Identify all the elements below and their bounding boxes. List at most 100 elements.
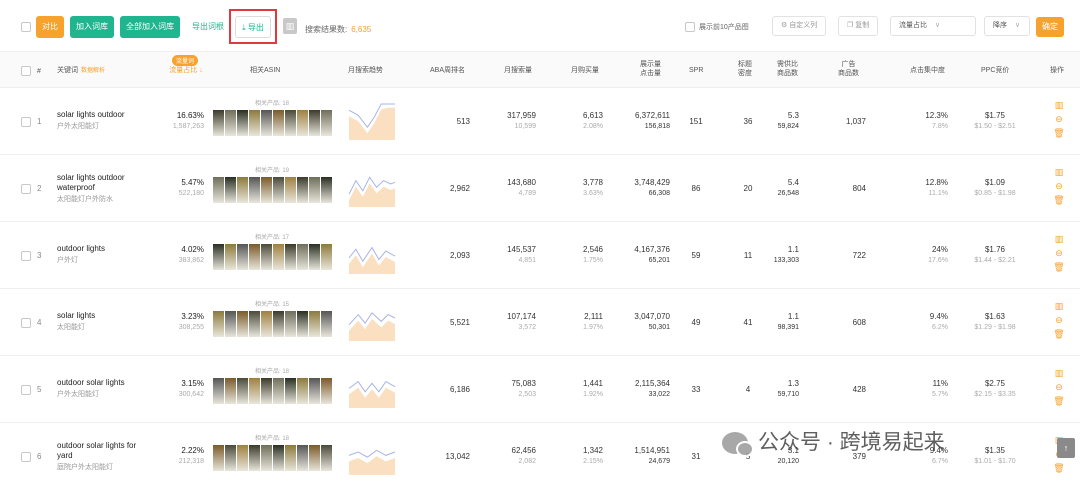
- product-thumbnail[interactable]: [309, 177, 320, 203]
- header-title-density[interactable]: 标题 密度: [738, 60, 752, 78]
- minus-circle-icon[interactable]: ⊖: [1052, 112, 1066, 126]
- product-thumbnail[interactable]: [249, 244, 260, 270]
- product-thumbnail[interactable]: [321, 244, 332, 270]
- product-thumbnail[interactable]: [237, 378, 248, 404]
- product-thumbnail[interactable]: [213, 311, 224, 337]
- header-traffic-share[interactable]: 流量占比 ↓: [166, 66, 206, 75]
- product-thumbnail[interactable]: [309, 244, 320, 270]
- header-checkbox[interactable]: [21, 66, 31, 76]
- top10-checkbox[interactable]: [685, 22, 695, 32]
- monthly-trend-sparkline[interactable]: [348, 437, 396, 477]
- product-thumbnail[interactable]: [273, 378, 284, 404]
- minus-circle-icon[interactable]: ⊖: [1052, 380, 1066, 394]
- bar-chart-icon[interactable]: ▥: [1052, 98, 1066, 112]
- product-thumbnail[interactable]: [225, 445, 236, 471]
- product-thumbnail[interactable]: [237, 311, 248, 337]
- confirm-button[interactable]: 确定: [1036, 17, 1064, 37]
- table-row[interactable]: 2 solar lights outdoor waterproof 太阳能灯户外防水 5…: [0, 155, 1080, 222]
- product-thumbnail[interactable]: [249, 445, 260, 471]
- row-checkbox[interactable]: [21, 251, 31, 261]
- product-thumbnail[interactable]: [285, 244, 296, 270]
- header-keyword[interactable]: 关键词 数据解析: [57, 66, 105, 76]
- bar-chart-icon[interactable]: ▥: [1052, 232, 1066, 246]
- product-thumbnail[interactable]: [321, 110, 332, 136]
- add-all-button[interactable]: 全部加入词库: [120, 16, 180, 38]
- monthly-trend-sparkline[interactable]: [348, 169, 396, 209]
- minus-circle-icon[interactable]: ⊖: [1052, 179, 1066, 193]
- custom-columns-button[interactable]: ⚙ 自定义列: [772, 16, 827, 36]
- table-row[interactable]: 5 outdoor solar lights 户外太阳能灯 3.15% 300,642 相…: [0, 356, 1080, 423]
- header-aba-rank[interactable]: ABA周排名: [430, 66, 465, 75]
- compare-button[interactable]: 对比: [36, 16, 64, 38]
- monthly-trend-sparkline[interactable]: [348, 236, 396, 276]
- row-checkbox[interactable]: [21, 385, 31, 395]
- sort-field-select[interactable]: 流量占比 ∨: [890, 16, 976, 36]
- product-thumbnail[interactable]: [261, 378, 272, 404]
- product-thumbnail[interactable]: [273, 445, 284, 471]
- product-thumbnail[interactable]: [309, 311, 320, 337]
- header-monthly-search[interactable]: 月搜索量: [504, 66, 532, 75]
- product-thumbnail[interactable]: [213, 378, 224, 404]
- product-thumbnail[interactable]: [297, 311, 308, 337]
- product-thumbnail[interactable]: [297, 177, 308, 203]
- product-thumbnail[interactable]: [237, 177, 248, 203]
- product-thumbnail[interactable]: [213, 445, 224, 471]
- bar-chart-icon[interactable]: ▥: [1052, 299, 1066, 313]
- keyword-cell[interactable]: outdoor solar lights 户外太阳能灯: [57, 378, 125, 400]
- product-thumbnail[interactable]: [225, 378, 236, 404]
- scroll-top-button[interactable]: ↑: [1057, 438, 1075, 458]
- product-thumbnail[interactable]: [249, 378, 260, 404]
- table-row[interactable]: 3 outdoor lights 户外灯 4.02% 383,862 相关产品: 17 2,…: [0, 222, 1080, 289]
- product-thumbnail[interactable]: [237, 445, 248, 471]
- minus-circle-icon[interactable]: ⊖: [1052, 313, 1066, 327]
- bar-chart-icon[interactable]: ▥: [1052, 366, 1066, 380]
- product-thumbnail[interactable]: [237, 110, 248, 136]
- bar-chart-icon[interactable]: ▥: [1052, 165, 1066, 179]
- header-ppc-bid[interactable]: PPC竞价: [981, 66, 1009, 75]
- product-thumbnail[interactable]: [321, 378, 332, 404]
- sort-order-select[interactable]: 降序 ∨: [984, 16, 1030, 36]
- row-checkbox[interactable]: [21, 117, 31, 127]
- copy-button[interactable]: ❐ 复制: [838, 16, 879, 36]
- product-thumbnail[interactable]: [249, 177, 260, 203]
- product-thumbnail[interactable]: [261, 110, 272, 136]
- trash-icon[interactable]: 🗑: [1052, 327, 1066, 341]
- minus-circle-icon[interactable]: ⊖: [1052, 246, 1066, 260]
- keyword-cell[interactable]: outdoor lights 户外灯: [57, 244, 105, 266]
- product-thumbnail[interactable]: [273, 177, 284, 203]
- delete-button[interactable]: ▥: [283, 18, 297, 34]
- header-spr[interactable]: SPR: [689, 66, 703, 75]
- product-thumbnail[interactable]: [225, 244, 236, 270]
- product-thumbnail[interactable]: [309, 378, 320, 404]
- header-impressions-clicks[interactable]: 展示量 点击量: [640, 60, 661, 78]
- product-thumbnail[interactable]: [285, 445, 296, 471]
- monthly-trend-sparkline[interactable]: [348, 102, 396, 142]
- product-thumbnail[interactable]: [237, 244, 248, 270]
- product-thumbnail[interactable]: [225, 177, 236, 203]
- trash-icon[interactable]: 🗑: [1052, 260, 1066, 274]
- product-thumbnail[interactable]: [321, 445, 332, 471]
- product-thumbnail[interactable]: [273, 311, 284, 337]
- product-thumbnail[interactable]: [321, 177, 332, 203]
- header-click-concentration[interactable]: 点击集中度: [910, 66, 945, 75]
- row-checkbox[interactable]: [21, 452, 31, 462]
- product-thumbnail[interactable]: [297, 378, 308, 404]
- monthly-trend-sparkline[interactable]: [348, 370, 396, 410]
- product-thumbnail[interactable]: [285, 177, 296, 203]
- product-thumbnail[interactable]: [309, 110, 320, 136]
- row-checkbox[interactable]: [21, 184, 31, 194]
- select-all-checkbox[interactable]: [21, 22, 31, 32]
- product-thumbnail[interactable]: [249, 110, 260, 136]
- product-thumbnail[interactable]: [261, 177, 272, 203]
- product-thumbnail[interactable]: [213, 177, 224, 203]
- data-analysis-link[interactable]: 数据解析: [81, 68, 105, 74]
- table-row[interactable]: 4 solar lights 太阳能灯 3.23% 308,255 相关产品: 15 5,5…: [0, 289, 1080, 356]
- keyword-cell[interactable]: solar lights 太阳能灯: [57, 311, 95, 333]
- trash-icon[interactable]: 🗑: [1052, 126, 1066, 140]
- row-checkbox[interactable]: [21, 318, 31, 328]
- header-ad-products[interactable]: 广告 商品数: [838, 60, 859, 78]
- product-thumbnail[interactable]: [261, 445, 272, 471]
- keyword-cell[interactable]: outdoor solar lights for yard 庭院户外太阳能灯: [57, 441, 136, 473]
- export-button[interactable]: ⤓ 导出: [235, 16, 271, 38]
- product-thumbnail[interactable]: [297, 244, 308, 270]
